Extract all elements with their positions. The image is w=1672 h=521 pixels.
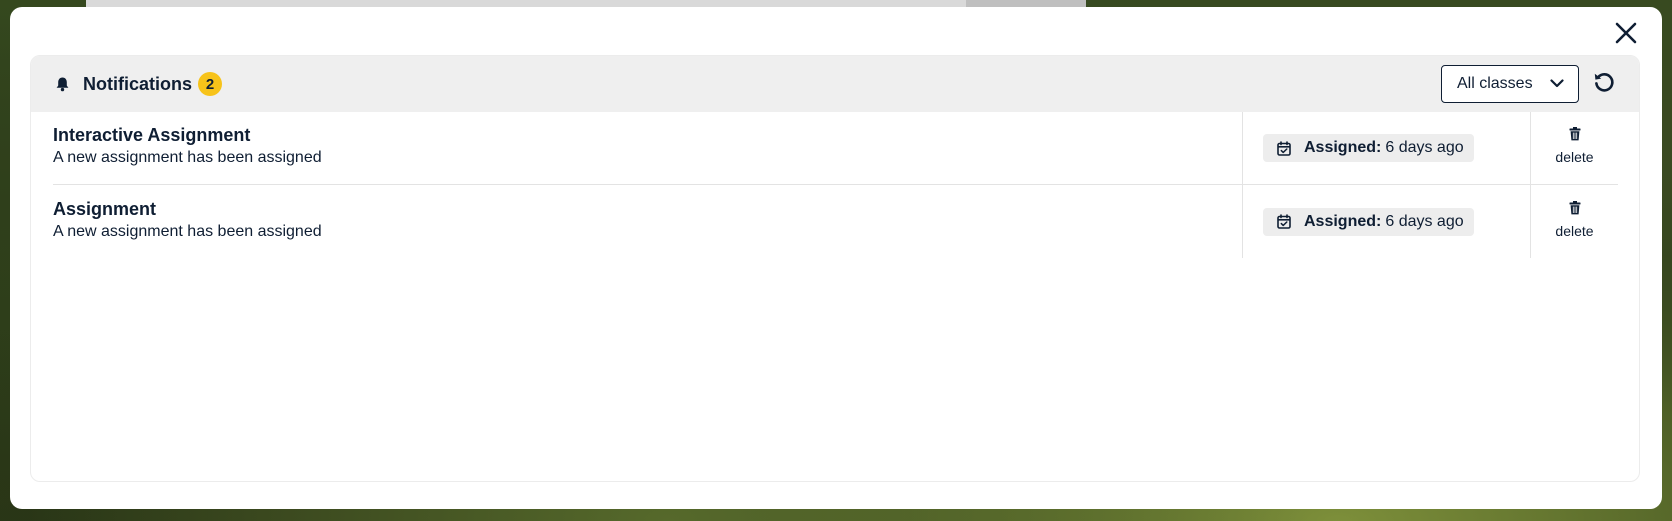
notification-title: Interactive Assignment [53,125,251,145]
trash-icon[interactable] [1569,127,1581,141]
notification-item: Assignment A new assignment has been ass… [53,185,1618,258]
close-button[interactable] [1612,21,1640,49]
notification-title: Assignment [53,198,157,219]
assigned-date-badge: Assigned: 6 days ago [1263,134,1474,162]
chevron-down-icon [1550,75,1564,93]
trash-icon[interactable] [1569,200,1581,215]
delete-label: delete [1555,222,1594,239]
close-icon[interactable] [1615,22,1637,49]
assigned-label: Assigned: [1304,212,1382,230]
notifications-title: Notifications [83,73,193,94]
assigned-date-badge: Assigned: 6 days ago [1263,207,1474,236]
delete-button[interactable]: delete [1530,185,1618,258]
delete-label: delete [1555,149,1594,165]
assigned-value: 6 days ago [1385,212,1464,230]
assigned-value: 6 days ago [1385,139,1464,156]
notification-count-badge: 2 [198,72,223,96]
notifications-panel: Notifications 2 All classes Interactive … [30,55,1640,482]
class-filter-value: All classes [1457,75,1533,92]
class-filter-select[interactable]: All classes [1441,65,1579,103]
notification-description: A new assignment has been assigned [53,149,322,166]
refresh-button[interactable] [1591,71,1617,97]
calendar-check-icon [1277,140,1291,156]
notification-content: Assignment A new assignment has been ass… [53,185,1242,258]
calendar-check-icon [1277,214,1291,229]
notification-meta: Assigned: 6 days ago [1242,112,1530,184]
notification-content: Interactive Assignment A new assignment … [53,112,1242,184]
bell-icon [55,75,73,93]
notification-description: A new assignment has been assigned [53,222,322,240]
notification-meta: Assigned: 6 days ago [1242,185,1530,258]
notification-list: Interactive Assignment A new assignment … [31,112,1639,258]
notification-item: Interactive Assignment A new assignment … [53,112,1618,185]
notifications-header: Notifications 2 All classes [31,56,1639,112]
notifications-modal: Notifications 2 All classes Interactive … [10,7,1662,509]
delete-button[interactable]: delete [1530,112,1618,184]
assigned-label: Assigned: [1304,139,1382,156]
refresh-icon[interactable] [1593,71,1615,98]
